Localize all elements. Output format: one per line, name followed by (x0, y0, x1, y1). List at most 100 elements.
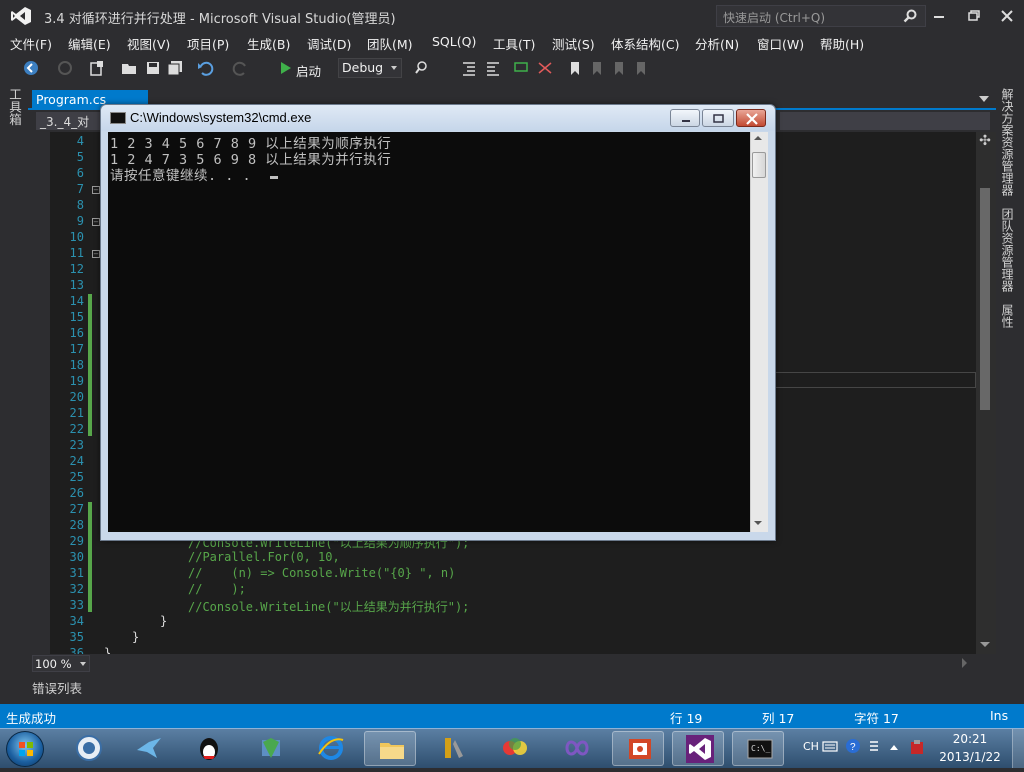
taskbar-app-tools[interactable] (426, 731, 478, 766)
editor-horizontal-scrollbar[interactable] (96, 654, 976, 672)
tray-menu-icon[interactable] (868, 738, 880, 754)
undo-icon[interactable] (196, 59, 214, 77)
line-number: 28 (69, 518, 84, 532)
search-icon[interactable] (903, 9, 917, 23)
scroll-down-arrow-icon[interactable] (980, 642, 990, 647)
new-project-icon[interactable] (88, 59, 106, 77)
menu-debug[interactable]: 调试(D) (307, 34, 351, 53)
navigate-back-icon[interactable] (22, 59, 40, 77)
scrollbar-thumb[interactable] (980, 188, 990, 410)
menu-project[interactable]: 项目(P) (187, 34, 229, 53)
line-number: 25 (69, 470, 84, 484)
clock-time[interactable]: 20:21 (942, 732, 998, 746)
scroll-down-arrow-icon[interactable] (754, 521, 762, 525)
properties-tab[interactable]: 属性 (1000, 304, 1016, 328)
cmd-window-title: C:\Windows\system32\cmd.exe (130, 110, 312, 125)
open-file-icon[interactable] (120, 59, 138, 77)
taskbar-app-network[interactable] (244, 731, 296, 766)
line-number: 13 (69, 278, 84, 292)
cmd-app-icon[interactable] (110, 112, 126, 124)
menu-help[interactable]: 帮助(H) (820, 34, 864, 53)
fold-toggle-icon[interactable]: − (92, 186, 100, 194)
cmd-close-button[interactable] (736, 109, 766, 127)
svg-text:C:\_: C:\_ (751, 744, 770, 753)
taskbar-app-ie[interactable] (304, 731, 356, 766)
line-number: 8 (76, 198, 84, 212)
next-bookmark-icon[interactable] (610, 59, 628, 77)
bookmark-icon[interactable] (566, 59, 584, 77)
indent-icon[interactable] (460, 59, 478, 77)
taskbar-app-visual-studio[interactable] (672, 731, 724, 766)
menu-team[interactable]: 团队(M) (367, 34, 413, 53)
menu-build[interactable]: 生成(B) (247, 34, 290, 53)
taskbar-app-powerpoint[interactable] (612, 731, 664, 766)
taskbar-app-cmd[interactable]: C:\_ (732, 731, 784, 766)
bottom-panel (28, 676, 996, 704)
outdent-icon[interactable] (484, 59, 502, 77)
start-button[interactable] (6, 731, 44, 767)
keyboard-icon[interactable] (822, 739, 838, 753)
toolbox-tab[interactable]: 工具箱 (7, 88, 24, 126)
start-debugging-icon[interactable] (276, 59, 294, 77)
show-desktop-button[interactable] (1012, 729, 1024, 768)
previous-bookmark-icon[interactable] (588, 59, 606, 77)
cmd-vertical-scrollbar[interactable] (750, 132, 768, 532)
tab-overflow-dropdown-icon[interactable] (979, 96, 989, 102)
help-icon[interactable]: ? (845, 738, 861, 754)
code-line: // (n) => Console.Write("{0} ", n) (188, 566, 456, 580)
status-line: 行 19 (670, 711, 703, 726)
minimize-button[interactable] (926, 6, 952, 26)
zoom-select[interactable]: 100 % (32, 655, 90, 672)
clock-date[interactable]: 2013/1/22 (938, 750, 1002, 764)
restore-button[interactable] (960, 6, 986, 26)
split-editor-icon[interactable]: ✣ (978, 134, 992, 148)
fold-toggle-icon[interactable]: − (92, 250, 100, 258)
taskbar-app-colorful[interactable] (488, 731, 540, 766)
save-all-icon[interactable] (166, 59, 184, 77)
ime-indicator[interactable]: CH (803, 740, 819, 753)
scroll-right-arrow-icon[interactable] (962, 658, 967, 668)
quick-launch-input[interactable]: 快速启动 (Ctrl+Q) (716, 5, 926, 27)
start-button[interactable]: 启动 (296, 61, 321, 80)
menu-tools[interactable]: 工具(T) (493, 34, 535, 53)
line-number: 15 (69, 310, 84, 324)
bird-app-icon (137, 738, 161, 758)
command-prompt-icon: C:\_ (747, 739, 773, 759)
menu-edit[interactable]: 编辑(E) (68, 34, 111, 53)
comment-icon[interactable] (512, 59, 530, 77)
uncomment-icon[interactable] (536, 59, 554, 77)
solution-configuration-select[interactable]: Debug (338, 58, 402, 78)
save-icon[interactable] (144, 59, 162, 77)
taskbar-app-player[interactable] (62, 731, 114, 766)
cmd-minimize-button[interactable] (670, 109, 700, 127)
type-dropdown[interactable]: _3._4_对 (36, 112, 106, 130)
menu-sql[interactable]: SQL(Q) (432, 34, 476, 49)
taskbar-app-qq[interactable] (182, 731, 234, 766)
menu-file[interactable]: 文件(F) (10, 34, 52, 53)
menu-view[interactable]: 视图(V) (127, 34, 170, 53)
cmd-scrollbar-thumb[interactable] (752, 152, 766, 178)
taskbar-app-infinity[interactable] (550, 731, 602, 766)
clear-bookmarks-icon[interactable] (632, 59, 650, 77)
menu-test[interactable]: 测试(S) (552, 34, 595, 53)
security-alert-icon[interactable] (908, 738, 926, 756)
close-button[interactable] (994, 6, 1020, 26)
menu-window[interactable]: 窗口(W) (757, 34, 804, 53)
menu-analyze[interactable]: 分析(N) (695, 34, 739, 53)
navigate-forward-icon[interactable] (56, 59, 74, 77)
taskbar-app-explorer[interactable] (364, 731, 416, 766)
cmd-console-area[interactable] (108, 132, 750, 532)
solution-explorer-tab[interactable]: 解决方案资源管理器 (1000, 88, 1016, 196)
find-in-files-icon[interactable] (414, 59, 432, 77)
line-number: 18 (69, 358, 84, 372)
taskbar-app-bird[interactable] (122, 731, 174, 766)
member-dropdown[interactable] (780, 112, 990, 130)
menu-architecture[interactable]: 体系结构(C) (611, 34, 679, 53)
show-hidden-icons-icon[interactable] (888, 742, 900, 752)
cmd-maximize-button[interactable] (702, 109, 734, 127)
error-list-tab[interactable]: 错误列表 (32, 678, 82, 697)
fold-toggle-icon[interactable]: − (92, 218, 100, 226)
team-explorer-tab[interactable]: 团队资源管理器 (1000, 208, 1016, 292)
scroll-up-arrow-icon[interactable] (754, 136, 762, 140)
redo-icon[interactable] (232, 59, 250, 77)
